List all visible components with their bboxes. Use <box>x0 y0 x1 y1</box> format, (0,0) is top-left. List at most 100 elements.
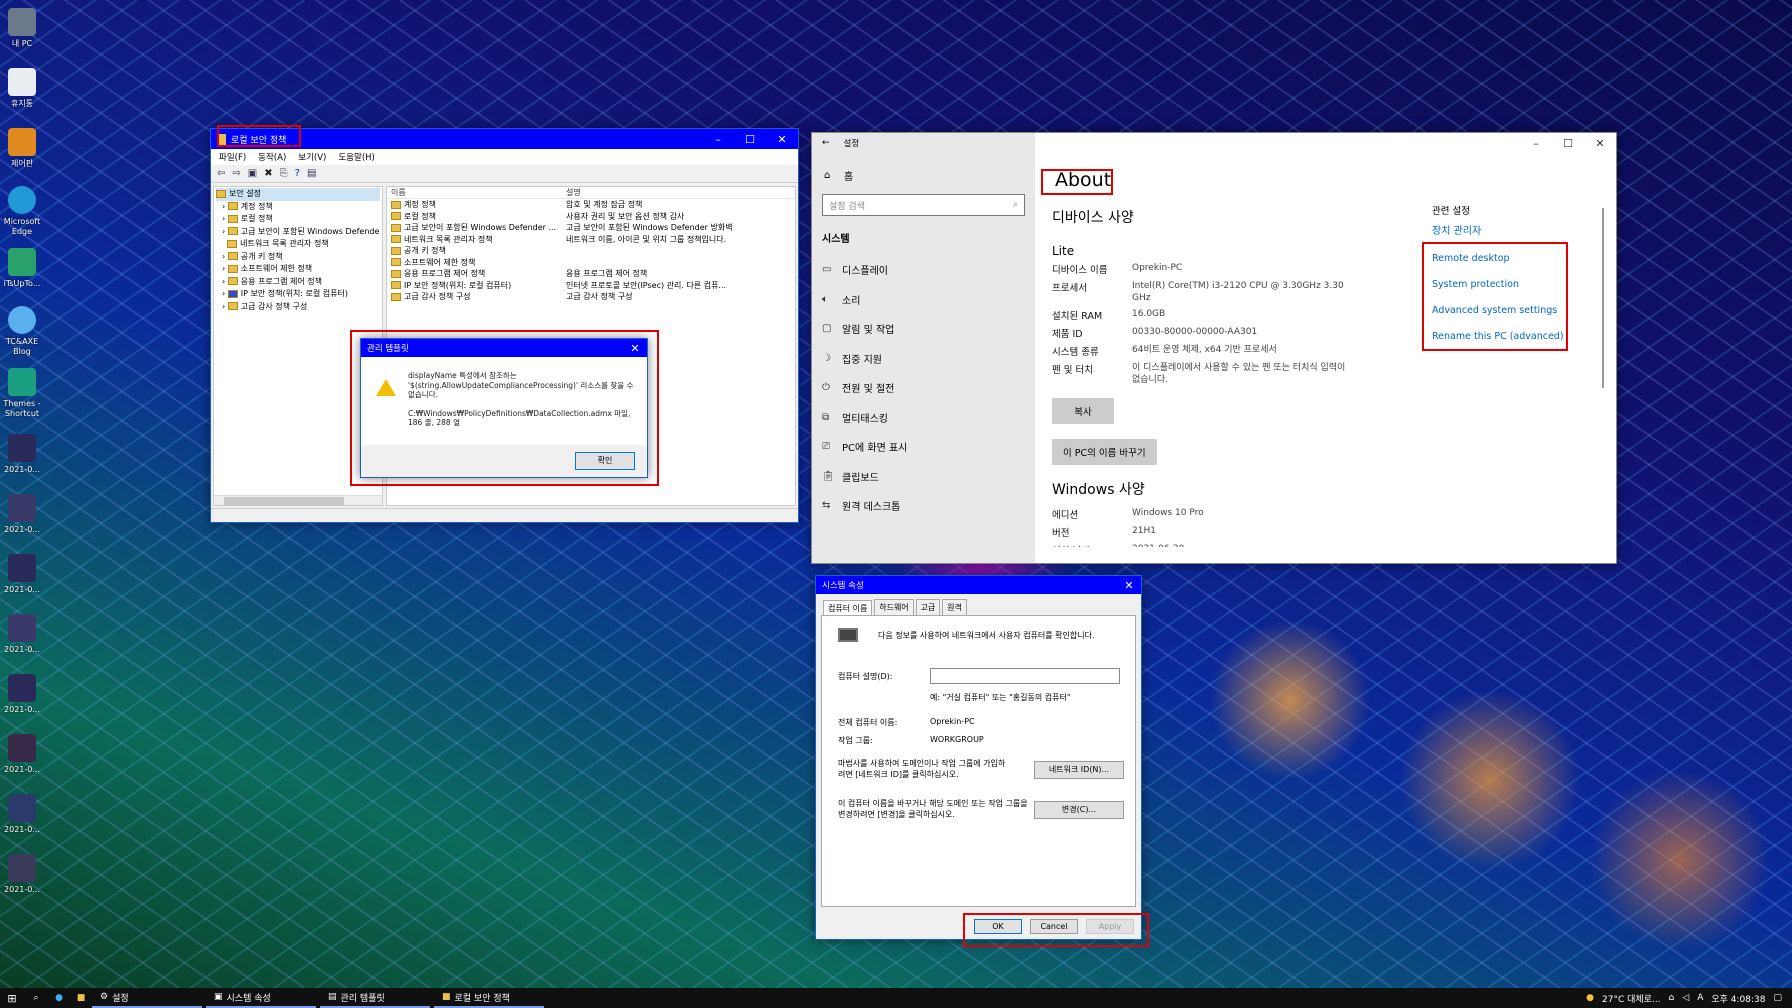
tree-item[interactable]: › 공개 키 정책 <box>216 251 380 264</box>
back-icon[interactable]: ⇦ <box>217 168 225 179</box>
remote-desktop-link[interactable]: Remote desktop <box>1432 253 1582 264</box>
nav-focus[interactable]: ☽ 집중 지원 <box>812 344 1035 374</box>
taskbar-item-settings[interactable]: ⚙ 설정 <box>92 988 202 1008</box>
desktop-icon-file-3[interactable]: 2021-0... <box>2 554 42 595</box>
desktop-icon-file-1[interactable]: 2021-0... <box>2 434 42 475</box>
forward-icon[interactable]: ⇨ <box>232 168 240 179</box>
rename-pc-advanced-link[interactable]: Rename this PC (advanced) <box>1432 331 1582 342</box>
sysprop-apply-button[interactable]: Apply <box>1086 919 1134 934</box>
tree-item[interactable]: › 응용 프로그램 제어 정책 <box>216 276 380 289</box>
list-item[interactable]: 공개 키 정책 <box>387 245 795 257</box>
column-header-name[interactable]: 이름 <box>387 187 562 198</box>
menu-file[interactable]: 파일(F) <box>219 151 246 163</box>
help-icon[interactable]: ? <box>295 168 300 179</box>
tab-computer-name[interactable]: 컴퓨터 이름 <box>823 600 873 616</box>
start-icon[interactable]: ⊞ <box>0 992 24 1005</box>
tree-item[interactable]: 네트워크 목록 관리자 정책 <box>216 238 380 251</box>
list-item[interactable]: 로컬 정책 사용자 권리 및 보안 옵션 정책 감사 <box>387 211 795 223</box>
nav-multitasking[interactable]: ⧉ 멀티태스킹 <box>812 403 1035 433</box>
tree-item[interactable]: › 로컬 정책 <box>216 213 380 226</box>
nav-clipboard[interactable]: 📋︎ 클립보드 <box>812 462 1035 492</box>
taskbar-item-system-properties[interactable]: ▣ 시스템 속성 <box>206 988 316 1008</box>
nav-home[interactable]: ⌂ 홈 <box>812 163 1035 187</box>
taskbar-item-admin-template[interactable]: ▤ 관리 템플릿 <box>320 988 430 1008</box>
tab-advanced[interactable]: 고급 <box>915 599 941 615</box>
desktop-icon-file-2[interactable]: 2021-0... <box>2 494 42 535</box>
list-item[interactable]: 고급 감사 정책 구성 고급 감사 정책 구성 <box>387 291 795 303</box>
settings-search[interactable]: 설정 검색 ⌕ <box>822 194 1025 216</box>
rename-pc-button[interactable]: 이 PC의 이름 바꾸기 <box>1052 439 1157 465</box>
desktop-icon-control-panel[interactable]: 제어판 <box>2 128 42 169</box>
maximize-icon[interactable]: ☐ <box>734 129 766 149</box>
menu-view[interactable]: 보기(V) <box>298 151 326 163</box>
ok-button[interactable]: 확인 <box>575 452 635 470</box>
close-icon[interactable]: ✕ <box>766 129 798 149</box>
tree-item[interactable]: › IP 보안 정책(위치: 로컬 컴퓨터) <box>216 288 380 301</box>
computer-description-input[interactable] <box>930 668 1120 684</box>
sysprop-titlebar[interactable]: 시스템 속성 ✕ <box>816 576 1141 594</box>
list-item[interactable]: IP 보안 정책(위치: 로컬 컴퓨터) 인터넷 프로토콜 보안(IPsec) 관… <box>387 280 795 292</box>
tree-item[interactable]: › 소프트웨어 제한 정책 <box>216 263 380 276</box>
clock[interactable]: 오후 4:08:38 <box>1711 992 1765 1005</box>
list-item[interactable]: 계정 정책 암호 및 계정 잠금 정책 <box>387 199 795 211</box>
list-item[interactable]: 응용 프로그램 제어 정책 응용 프로그램 제어 정책 <box>387 268 795 280</box>
desktop-icon-file-4[interactable]: 2021-0... <box>2 614 42 655</box>
device-manager-link[interactable]: 장치 관리자 <box>1432 222 1582 237</box>
menu-action[interactable]: 동작(A) <box>258 151 286 163</box>
desktop-icon-blog[interactable]: TC&AXE Blog <box>2 306 42 357</box>
desktop-icon-file-8[interactable]: 2021-0... <box>2 854 42 895</box>
column-header-description[interactable]: 설명 <box>562 187 581 198</box>
tree-item-root[interactable]: 보안 설정 <box>216 188 380 201</box>
list-item[interactable]: 소프트웨어 제한 정책 <box>387 257 795 269</box>
edge-icon[interactable]: ● <box>48 993 70 1003</box>
notification-center-icon[interactable]: ▢ <box>1773 993 1782 1003</box>
titlebar[interactable]: 로컬 보안 정책 – ☐ ✕ <box>211 129 798 149</box>
close-icon[interactable]: ✕ <box>1117 576 1141 594</box>
vertical-scrollbar[interactable] <box>1602 208 1604 388</box>
nav-notifications[interactable]: ▢ 알림 및 작업 <box>812 314 1035 344</box>
advanced-system-settings-link[interactable]: Advanced system settings <box>1432 305 1582 316</box>
list-item[interactable]: 고급 보안이 포함된 Windows Defender ... 고급 보안이 포함… <box>387 222 795 234</box>
close-icon[interactable]: ✕ <box>1584 133 1616 153</box>
tab-remote[interactable]: 원격 <box>942 599 967 615</box>
desktop-icon-recycle-bin[interactable]: 휴지통 <box>2 68 42 109</box>
desktop-icon-file-6[interactable]: 2021-0... <box>2 734 42 775</box>
up-folder-icon[interactable]: ▣ <box>248 168 257 179</box>
export-icon[interactable]: ⎘ <box>280 168 288 179</box>
close-icon[interactable]: ✕ <box>623 339 647 357</box>
copy-button[interactable]: 복사 <box>1052 398 1114 424</box>
desktop-icon-themes[interactable]: Themes - Shortcut <box>2 368 42 419</box>
tab-hardware[interactable]: 하드웨어 <box>874 599 914 615</box>
desktop-icon-file-5[interactable]: 2021-0... <box>2 674 42 715</box>
tree-item[interactable]: › 계정 정책 <box>216 201 380 214</box>
nav-remote-desktop[interactable]: ⇆ 원격 데스크톱 <box>812 491 1035 521</box>
maximize-icon[interactable]: ☐ <box>1552 133 1584 153</box>
delete-icon[interactable]: ✖ <box>264 168 272 179</box>
sysprop-cancel-button[interactable]: Cancel <box>1030 919 1078 934</box>
desktop-icon-file-7[interactable]: 2021-0... <box>2 794 42 835</box>
properties-icon[interactable]: ▤ <box>307 168 316 179</box>
minimize-icon[interactable]: – <box>1520 133 1552 153</box>
desktop-icon-edge[interactable]: Microsoft Edge <box>2 186 42 237</box>
dialog-titlebar[interactable]: 관리 템플릿 ✕ <box>361 339 647 357</box>
desktop-icon-my-pc[interactable]: 내 PC <box>2 8 42 49</box>
weather-text[interactable]: 27°C 대체로... <box>1602 992 1661 1005</box>
file-explorer-icon[interactable]: ■ <box>70 993 92 1003</box>
network-id-button[interactable]: 네트워크 ID(N)... <box>1034 761 1124 779</box>
horizontal-scrollbar[interactable] <box>214 495 382 505</box>
network-icon[interactable]: ⌂ <box>1669 993 1675 1003</box>
nav-display[interactable]: ▭ 디스플레이 <box>812 255 1035 285</box>
minimize-icon[interactable]: – <box>702 129 734 149</box>
sysprop-ok-button[interactable]: OK <box>974 919 1022 934</box>
change-button[interactable]: 변경(C)... <box>1034 801 1124 819</box>
tree-item[interactable]: › 고급 감사 정책 구성 <box>216 301 380 314</box>
desktop-icon-itsupto[interactable]: iTsUpTo... <box>2 248 42 289</box>
volume-icon[interactable]: ◁ <box>1682 993 1689 1003</box>
taskbar-item-local-security-policy[interactable]: ■ 로컬 보안 정책 <box>434 988 544 1008</box>
menu-help[interactable]: 도움말(H) <box>338 151 374 163</box>
nav-power[interactable]: ⏻ 전원 및 절전 <box>812 373 1035 403</box>
search-icon[interactable]: ⌕ <box>24 993 48 1003</box>
nav-project[interactable]: ⎚ PC에 화면 표시 <box>812 432 1035 462</box>
tree-item[interactable]: › 고급 보안이 포함된 Windows Defender <box>216 226 380 239</box>
system-protection-link[interactable]: System protection <box>1432 279 1582 290</box>
